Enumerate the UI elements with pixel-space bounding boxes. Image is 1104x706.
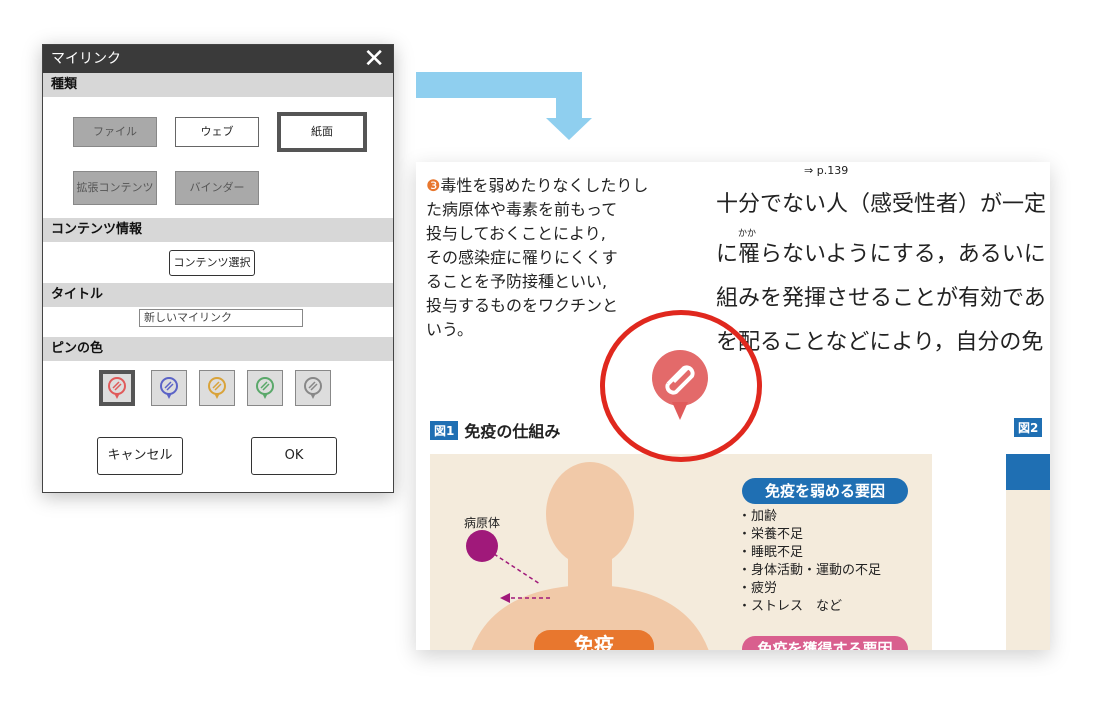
gain-factors-title: 免疫を獲得する要因 <box>742 636 908 650</box>
pin-icon <box>256 377 274 399</box>
weaken-factor: ・加齢 <box>738 509 778 524</box>
weaken-factor: ・睡眠不足 <box>738 545 804 560</box>
pin-icon <box>108 377 126 399</box>
type-paper-button[interactable]: 紙面 <box>277 112 367 152</box>
section-type: 種類 <box>43 73 393 97</box>
body-line: 組みを発揮させることが有効であ <box>716 286 1046 311</box>
note-line: ることを予防接種といい, <box>426 272 608 291</box>
pathogen-label: 病原体 <box>464 516 501 530</box>
type-web-button[interactable]: ウェブ <box>175 117 259 147</box>
title-input[interactable]: 新しいマイリンク <box>139 309 303 327</box>
dialog-title: マイリンク <box>51 51 121 67</box>
pin-icon <box>208 377 226 399</box>
figure-2-header <box>1006 454 1050 490</box>
weaken-factors-list: ・加齢 ・栄養不足 ・睡眠不足 ・身体活動・運動の不足 ・疲労 ・ストレス など <box>738 508 881 616</box>
figure-1-caption: 図1 免疫の仕組み <box>430 418 560 442</box>
figure-2-number: 図2 <box>1014 418 1043 437</box>
pin-color-blue[interactable] <box>151 370 187 406</box>
note-marker: ❸ <box>426 176 441 195</box>
weaken-factor: ・栄養不足 <box>738 527 804 542</box>
pin-icon <box>160 377 178 399</box>
flow-arrow-vertical <box>556 72 582 120</box>
flow-arrow-head <box>546 118 592 140</box>
section-pin-color: ピンの色 <box>43 337 393 361</box>
pin-color-yellow[interactable] <box>199 370 235 406</box>
dialog-title-bar: マイリンク ✕ <box>43 45 393 73</box>
section-content-info: コンテンツ情報 <box>43 218 393 242</box>
note-line: 投与しておくことにより, <box>426 224 606 243</box>
type-extended-button[interactable]: 拡張コンテンツ <box>73 171 157 205</box>
type-binder-button[interactable]: バインダー <box>175 171 259 205</box>
mylink-pin-icon[interactable] <box>648 348 712 428</box>
figure-1-title: 免疫の仕組み <box>464 422 561 441</box>
note-line: 毒性を弱めたりなくしたりし <box>440 176 649 195</box>
close-icon[interactable]: ✕ <box>363 45 385 73</box>
section-title: タイトル <box>43 283 393 307</box>
figure-1-illustration: 病原体 免疫 免疫を弱める要因 ・加齢 ・栄養不足 ・睡眠不足 ・身体活動・運動… <box>430 454 932 650</box>
weaken-factor: ・ストレス など <box>738 599 843 614</box>
type-file-button[interactable]: ファイル <box>73 117 157 147</box>
weaken-factor: ・身体活動・運動の不足 <box>738 563 882 578</box>
side-note: ❸毒性を弱めたりなくしたりし た病原体や毒素を前もって 投与しておくことにより,… <box>426 174 676 342</box>
textbook-page: ⇒ p.139 ❸毒性を弱めたりなくしたりし た病原体や毒素を前もって 投与して… <box>416 162 1050 650</box>
pin-color-green[interactable] <box>247 370 283 406</box>
human-silhouette-icon <box>466 462 709 650</box>
note-line: 投与するものをワクチンと <box>426 296 619 315</box>
body-line: 十分でない人（感受性者）が一定 <box>716 192 1047 217</box>
weaken-factors-title: 免疫を弱める要因 <box>742 478 908 504</box>
weaken-factor: ・疲労 <box>738 581 778 596</box>
figure-1-number: 図1 <box>430 420 459 440</box>
immunity-label: 免疫 <box>534 630 654 650</box>
pin-icon <box>304 377 322 399</box>
content-select-button[interactable]: コンテンツ選択 <box>169 250 255 276</box>
cancel-button[interactable]: キャンセル <box>97 437 183 475</box>
mylink-dialog: マイリンク ✕ 種類 ファイル ウェブ 紙面 拡張コンテンツ バインダー コンテ… <box>42 44 394 493</box>
ok-button[interactable]: OK <box>251 437 337 475</box>
note-line: た病原体や毒素を前もって <box>426 200 618 219</box>
note-line: その感染症に罹りにくくす <box>426 248 618 267</box>
body-line: を配ることなどにより，自分の免 <box>716 330 1044 355</box>
pin-color-red[interactable] <box>99 370 135 406</box>
page-reference: ⇒ p.139 <box>804 164 849 177</box>
pin-color-gray[interactable] <box>295 370 331 406</box>
body-line: に罹らないようにする，あるいに <box>716 242 1046 267</box>
figure-2-caption: 図2 <box>1014 418 1048 437</box>
figure-2-illustration <box>1006 454 1050 650</box>
